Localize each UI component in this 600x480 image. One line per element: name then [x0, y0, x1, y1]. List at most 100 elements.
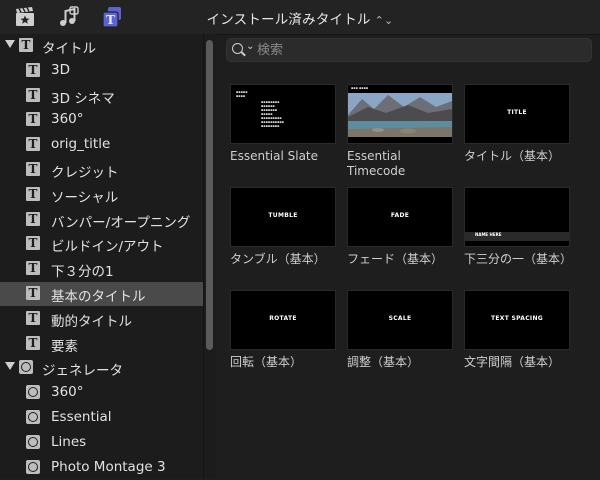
sidebar-item[interactable]: 360° [0, 381, 203, 405]
disclosure-triangle-icon[interactable] [5, 40, 15, 48]
thumbnail-text: FADE [390, 212, 410, 219]
thumbnail-text: SCALE [388, 315, 412, 322]
title-t-icon: T [26, 137, 40, 152]
sidebar-section-label: ジェネレータ [42, 363, 123, 380]
template-caption: 調整（基本） [347, 355, 420, 369]
sidebar-section-0[interactable]: T タイトル [0, 34, 203, 58]
search-input[interactable] [255, 40, 579, 60]
template-caption: タンブル（基本） [230, 252, 326, 266]
sidebar-item-label: ソーシャル [51, 189, 119, 206]
template-thumbnail[interactable]: ▪▪▪▪▪ ▪▪▪▪ ▪▪▪▪▪▪▪▪ ▪▪▪▪▪▪ ▪▪▪▪▪▪▪ ▪▪▪▪▪ ▪▪▪▪▪… [230, 84, 336, 144]
search-icon [232, 43, 243, 54]
sidebar-item[interactable]: T 3D シネマ [0, 84, 203, 108]
sidebar-item-label: クレジット [51, 165, 119, 181]
template-caption: フェード（基本） [347, 252, 444, 266]
sidebar-item-label: 360° [51, 111, 84, 128]
generator-icon [19, 360, 33, 375]
template-thumbnail[interactable]: TEXT SPACING [464, 290, 570, 350]
title-t-icon: T [26, 62, 40, 77]
sidebar-item-label: orig_title [51, 136, 111, 153]
title-t-icon: T [26, 310, 40, 325]
title-template-card[interactable]: ROTATE 回転（基本） [230, 290, 338, 370]
template-caption: 回転（基本） [230, 355, 303, 369]
template-thumbnail[interactable]: ROTATE [230, 290, 336, 350]
sidebar: T タイトル T 3D T 3D シネマ T 360° Torig_title T クレジット T ソー… [0, 34, 204, 478]
sidebar-item-label: ビルドイン/アウト [51, 239, 164, 256]
title-template-card[interactable]: TITLE タイトル（基本） [464, 84, 572, 164]
sidebar-item[interactable]: T ビルドイン/アウト [0, 232, 203, 256]
sidebar-scrollbar-thumb[interactable] [206, 40, 213, 350]
sidebar-item-label: 動的タイトル [51, 313, 132, 330]
title-template-card[interactable]: NAME HERE 下三分の一（基本） [464, 187, 572, 267]
sidebar-item[interactable]: T バンパー/オープニング [0, 208, 203, 232]
title-template-card[interactable]: FADE フェード（基本） [347, 187, 455, 267]
title-t-icon: T [26, 112, 40, 127]
sidebar-item[interactable]: T 下３分の1 [0, 257, 203, 281]
timecode-overlay: ▪▪▪ ▪▪▪▪ [351, 86, 369, 90]
title-template-card[interactable]: ▪▪▪▪▪ ▪▪▪▪ ▪▪▪▪▪▪▪▪ ▪▪▪▪▪▪ ▪▪▪▪▪▪▪ ▪▪▪▪▪ ▪▪▪▪▪… [230, 84, 338, 164]
title-t-icon: T [26, 286, 40, 300]
sidebar-item-label: Essential [51, 409, 112, 425]
sidebar-item[interactable]: Torig_title [0, 133, 203, 157]
title-t-icon: T [19, 38, 33, 52]
library-title-popup[interactable]: インストール済みタイトル ⌃⌄ [0, 8, 600, 28]
slate-body-text: ▪▪▪▪▪▪▪▪ ▪▪▪▪▪▪ ▪▪▪▪▪▪▪ ▪▪▪▪▪ ▪▪▪▪▪▪▪▪▪ ▪▪▪▪▪… [261, 100, 284, 128]
sidebar-item-label: 360° [51, 384, 84, 401]
sidebar-item[interactable]: Photo Montage 3 [0, 456, 203, 480]
title-template-card[interactable]: ▪▪▪ ▪▪▪▪ Essential Timecode [347, 84, 455, 179]
sidebar-item[interactable]: T クレジット [0, 158, 203, 182]
landscape-image [348, 85, 452, 143]
sidebar-item[interactable]: T ソーシャル [0, 183, 203, 207]
template-caption: Essential Slate [230, 149, 319, 163]
title-template-card[interactable]: TEXT SPACING 文字間隔（基本） [464, 290, 572, 370]
thumbnail-text: TEXT SPACING [491, 315, 543, 322]
thumbnail-text: ROTATE [269, 315, 297, 322]
sidebar-item[interactable]: Essential [0, 406, 203, 430]
sidebar-item-label: 基本のタイトル [51, 289, 146, 305]
thumbnail-text: TUMBLE [268, 212, 298, 219]
template-thumbnail[interactable]: SCALE [347, 290, 453, 350]
title-t-icon: T [26, 186, 40, 201]
toolbar: T インストール済みタイトル ⌃⌄ [0, 0, 600, 35]
template-thumbnail[interactable]: NAME HERE [464, 187, 570, 247]
title-t-icon: T [26, 87, 40, 102]
template-caption: 文字間隔（基本） [464, 355, 561, 369]
sidebar-item-label: Lines [51, 433, 87, 450]
sidebar-item[interactable]: T 動的タイトル [0, 307, 203, 331]
template-caption: タイトル（基本） [464, 149, 561, 163]
template-thumbnail[interactable]: TUMBLE [230, 187, 336, 247]
template-caption: Essential Timecode [347, 149, 406, 178]
template-thumbnail[interactable]: ▪▪▪ ▪▪▪▪ [347, 84, 453, 144]
sidebar-item-label: 下３分の1 [51, 264, 114, 281]
sidebar-item-label: 要素 [51, 338, 78, 355]
sidebar-item-label: バンパー/オープニング [51, 214, 191, 231]
sidebar-item-label: Photo Montage 3 [51, 458, 166, 475]
sidebar-item[interactable]: Lines [0, 431, 203, 455]
sidebar-item-label: 3D [51, 61, 70, 78]
thumbnail-text: TITLE [507, 109, 527, 116]
chevron-updown-icon: ⌃⌄ [374, 14, 394, 27]
sidebar-item[interactable]: T 要素 [0, 332, 203, 356]
generator-icon [26, 434, 40, 449]
generator-icon [26, 385, 40, 400]
generator-icon [26, 459, 40, 474]
chevron-down-icon: ⌄ [246, 41, 255, 52]
sidebar-section-1[interactable]: ジェネレータ [0, 356, 203, 380]
template-thumbnail[interactable]: TITLE [464, 84, 570, 144]
title-t-icon: T [26, 162, 40, 176]
sidebar-item[interactable]: T 基本のタイトル [0, 282, 203, 306]
sidebar-item[interactable]: T 360° [0, 108, 203, 132]
title-t-icon: T [26, 211, 40, 226]
title-template-card[interactable]: SCALE 調整（基本） [347, 290, 455, 370]
slate-header-text: ▪▪▪▪▪ ▪▪▪▪ [236, 90, 248, 98]
template-thumbnail[interactable]: FADE [347, 187, 453, 247]
sidebar-item[interactable]: T 3D [0, 59, 203, 83]
template-caption: 下三分の一（基本） [464, 252, 573, 266]
generator-icon [26, 410, 40, 424]
search-field[interactable]: ⌄ [226, 38, 592, 62]
disclosure-triangle-icon[interactable] [5, 362, 15, 371]
sidebar-item-label: 3D シネマ [51, 90, 115, 107]
title-template-card[interactable]: TUMBLE タンブル（基本） [230, 187, 338, 267]
library-title: インストール済みタイトル [206, 12, 371, 28]
sidebar-section-label: タイトル [42, 41, 96, 57]
